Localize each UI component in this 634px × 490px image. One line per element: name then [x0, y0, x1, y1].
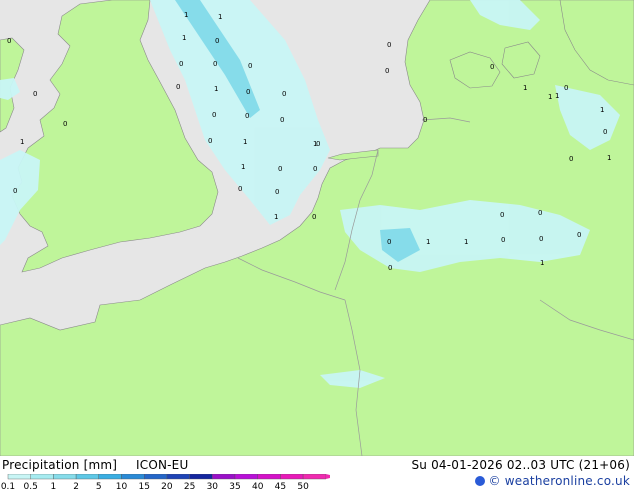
scale-tick-label: 15: [138, 482, 149, 490]
scale-arrow-icon: [325, 474, 330, 479]
scale-tick-label: 0.1: [1, 482, 15, 490]
point-label: 1: [600, 106, 604, 114]
point-label: 0: [500, 211, 504, 219]
scale-tick-label: 25: [184, 482, 195, 490]
point-label: 1: [540, 259, 544, 267]
scale-swatch: [166, 474, 190, 480]
point-label: 0: [539, 235, 543, 243]
point-label: 1: [464, 238, 468, 246]
point-label: 0: [577, 231, 581, 239]
point-label: 0: [238, 185, 242, 193]
point-label: 0: [569, 155, 573, 163]
point-label: 1: [20, 138, 24, 146]
point-label: 0: [538, 209, 542, 217]
point-label: 0: [7, 37, 11, 45]
point-label: 1: [214, 85, 218, 93]
model-name: ICON-EU: [136, 458, 189, 472]
scale-tick-label: 0.5: [24, 482, 38, 490]
point-label: 1: [555, 92, 559, 100]
point-label: 0: [387, 41, 391, 49]
point-label: 0: [388, 264, 392, 272]
scale-swatch: [75, 474, 99, 480]
globe-icon: [474, 476, 485, 486]
scale-swatch: [234, 474, 258, 480]
point-label: 1: [182, 34, 186, 42]
precipitation-map: 1 1 1 0 0 0 0 0 1 0 0 0 0 0 1 0 0 1 0 1 …: [0, 0, 634, 456]
point-label: 0: [246, 88, 250, 96]
point-label: 1: [184, 11, 188, 19]
point-label: 0: [208, 137, 212, 145]
scale-swatch: [257, 474, 281, 480]
point-label: 1: [313, 140, 317, 148]
point-label: 0: [280, 116, 284, 124]
scale-tick-label: 10: [116, 482, 128, 490]
valid-time: Su 04-01-2026 02..03 UTC (21+06): [411, 458, 630, 472]
point-label: 0: [423, 116, 427, 124]
scale-swatch: [212, 474, 236, 480]
credit-link[interactable]: © weatheronline.co.uk: [474, 474, 630, 488]
scale-tick-label: 30: [207, 482, 219, 490]
scale-tick-label: 2: [73, 482, 79, 490]
scale-swatch: [98, 474, 122, 480]
scale-tick-label: 20: [161, 482, 173, 490]
scale-swatch: [302, 474, 327, 480]
scale-tick-label: 35: [229, 482, 240, 490]
point-label: 0: [212, 111, 216, 119]
point-label: 0: [179, 60, 183, 68]
point-label: 1: [243, 138, 247, 146]
color-scale: 0.1 0.5 1 2 5 10 15 20 25 30 35 40 45 50: [1, 474, 330, 490]
point-label: 0: [501, 236, 505, 244]
point-label: 0: [278, 165, 282, 173]
point-label: 0: [387, 238, 391, 246]
point-label: 1: [426, 238, 430, 246]
scale-tick-label: 1: [51, 482, 57, 490]
point-label: 1: [274, 213, 278, 221]
scale-tick-label: 45: [275, 482, 286, 490]
point-label: 0: [564, 84, 568, 92]
point-label: 0: [13, 187, 17, 195]
point-label: 1: [523, 84, 527, 92]
credit-text: © weatheronline.co.uk: [488, 474, 630, 488]
scale-tick-label: 40: [252, 482, 264, 490]
point-label: 0: [313, 165, 317, 173]
point-label: 0: [33, 90, 37, 98]
point-label: 1: [548, 93, 552, 101]
scale-swatch: [189, 474, 213, 480]
scale-tick-label: 50: [297, 482, 309, 490]
scale-tick-label: 5: [96, 482, 102, 490]
scale-swatch: [143, 474, 168, 480]
point-label: 0: [603, 128, 607, 136]
point-label: 0: [176, 83, 180, 91]
legend-title: Precipitation [mm]: [2, 458, 118, 472]
point-label: 1: [241, 163, 245, 171]
point-label: 0: [385, 67, 389, 75]
legend-footer: Precipitation [mm] ICON-EU Su 04-01-2026…: [0, 456, 634, 490]
point-label: 0: [213, 60, 217, 68]
scale-swatch: [53, 474, 77, 480]
scale-swatch: [280, 474, 304, 480]
point-label: 1: [218, 13, 222, 21]
point-label: 0: [275, 188, 279, 196]
scale-swatch: [7, 474, 31, 480]
point-label: 0: [245, 112, 249, 120]
point-label: 0: [282, 90, 286, 98]
point-label: 0: [490, 63, 494, 71]
point-label: 1: [607, 154, 611, 162]
point-label: 0: [63, 120, 67, 128]
point-label: 0: [215, 37, 219, 45]
point-label: 0: [312, 213, 316, 221]
point-label: 0: [248, 62, 252, 70]
scale-swatch: [30, 474, 54, 480]
scale-swatch: [121, 474, 145, 480]
